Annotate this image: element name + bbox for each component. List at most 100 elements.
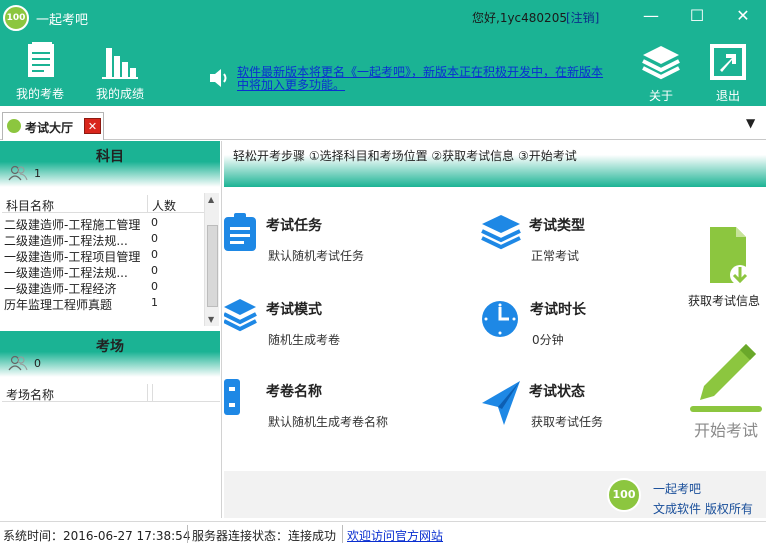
users-icon: [8, 355, 28, 371]
brand-logo: 100: [607, 478, 641, 512]
app-title: 一起考吧: [36, 13, 89, 28]
scroll-thumb[interactable]: [207, 225, 218, 307]
tab-label: 考试大厅: [25, 121, 74, 135]
stack-icon: [224, 299, 257, 332]
paper-name-title: 考卷名称: [266, 384, 322, 400]
start-exam-label: 开始考试: [693, 421, 758, 440]
paper-name-value: 默认随机生成考卷名称: [268, 415, 389, 429]
subject-name: 一级建造师-工程法规...: [4, 266, 128, 280]
list-item[interactable]: 一级建造师-工程经济 0: [4, 280, 200, 296]
subject-name-column[interactable]: 科目名称: [6, 197, 54, 214]
exit-icon: [710, 44, 746, 80]
steps-text: 轻松开考步骤 ①选择科目和考场位置 ②获取考试信息 ③开始考试: [233, 149, 577, 163]
exit-label: 退出: [715, 89, 740, 103]
subject-name: 一级建造师-工程项目管理: [4, 250, 141, 264]
subject-count: 0: [151, 232, 158, 245]
list-item[interactable]: 二级建造师-工程施工管理 0: [4, 216, 200, 232]
my-papers-button[interactable]: 我的考卷: [10, 42, 70, 102]
venue-name-column[interactable]: 考场名称: [6, 386, 54, 403]
brand-name: 一起考吧: [653, 482, 702, 496]
subject-name: 历年监理工程师真题: [4, 298, 113, 312]
exam-duration-value: 0分钟: [532, 333, 564, 347]
tab-exam-hall[interactable]: 考试大厅 ✕: [2, 112, 104, 140]
minimize-button[interactable]: —: [636, 4, 666, 28]
exam-type-title: 考试类型: [529, 218, 585, 234]
exam-status-value: 获取考试任务: [531, 415, 604, 429]
about-label: 关于: [648, 89, 673, 103]
main-panel: 轻松开考步骤 ①选择科目和考场位置 ②获取考试信息 ③开始考试 考试任务 默认随…: [224, 141, 766, 518]
logout-link[interactable]: [注销]: [566, 9, 599, 26]
my-scores-button[interactable]: 我的成绩: [90, 42, 150, 102]
bar-chart-icon: [102, 48, 138, 79]
exam-status-title: 考试状态: [529, 384, 585, 400]
scroll-down-icon[interactable]: ▼: [208, 315, 214, 324]
subject-count: 0: [151, 264, 158, 277]
my-papers-label: 我的考卷: [15, 87, 64, 101]
subject-name: 一级建造师-工程经济: [4, 282, 117, 296]
layers-icon: [642, 46, 680, 80]
exam-mode-value: 随机生成考卷: [268, 333, 341, 347]
subject-count-column[interactable]: 人数: [152, 197, 176, 214]
app-logo-icon: [7, 119, 21, 133]
list-item[interactable]: 历年监理工程师真题 1: [4, 296, 200, 312]
layers-icon: [481, 215, 521, 250]
speaker-icon: [210, 69, 227, 87]
status-bar: 系统时间：2016-06-27 17:38:54 服务器连接状态：连接成功 欢迎…: [0, 521, 766, 545]
official-site-link[interactable]: 欢迎访问官方网站: [347, 527, 443, 544]
paper-name-card: 考卷名称 默认随机生成考卷名称: [224, 379, 444, 439]
left-panel: 科目 1 科目名称 人数 二级建造师-工程施工管理 0 二级建造师-工程法规..…: [0, 141, 222, 518]
subject-count: 1: [151, 296, 158, 309]
main-toolbar: 我的考卷 我的成绩 软件最新版本将更名《一起考吧》，新版本正在积极开发中，在新版…: [0, 36, 766, 106]
user-greeting: 您好,1yc480205: [472, 11, 567, 25]
venues-title: 考场: [96, 339, 124, 355]
maximize-button[interactable]: ☐: [682, 4, 712, 28]
exam-type-card: 考试类型 正常考试: [480, 213, 700, 273]
close-window-button[interactable]: ✕: [728, 4, 758, 28]
pencil-icon: [690, 344, 762, 412]
app-logo: 100: [3, 5, 29, 31]
venues-header: 考场 0: [0, 331, 220, 377]
document-icon: [28, 42, 54, 77]
users-icon: [8, 165, 28, 181]
exam-info-area: 考试任务 默认随机考试任务 考试类型 正常考试 考试模式 随机生成考卷 考试时长…: [224, 187, 766, 471]
update-notice-link[interactable]: 软件最新版本将更名《一起考吧》，新版本正在积极开发中，在新版本中将加入更多功能。: [237, 66, 607, 92]
exam-mode-title: 考试模式: [266, 302, 322, 318]
subject-count: 0: [151, 216, 158, 229]
subjects-title: 科目: [96, 149, 124, 165]
about-button[interactable]: 关于: [636, 42, 686, 104]
download-document-icon: [710, 227, 750, 285]
exam-duration-title: 考试时长: [530, 302, 586, 318]
subjects-scrollbar[interactable]: ▲ ▼: [204, 193, 219, 326]
start-exam-button[interactable]: 开始考试: [688, 342, 764, 441]
paper-plane-icon: [482, 381, 520, 425]
list-item[interactable]: 二级建造师-工程法规... 0: [4, 232, 200, 248]
tab-strip: 考试大厅 ✕ ▼: [0, 106, 766, 140]
subject-count: 0: [151, 248, 158, 261]
exam-duration-card: 考试时长 0分钟: [480, 297, 700, 357]
steps-bar: 轻松开考步骤 ①选择科目和考场位置 ②获取考试信息 ③开始考试: [224, 141, 766, 187]
exam-task-title: 考试任务: [266, 218, 322, 234]
exam-type-value: 正常考试: [531, 249, 580, 263]
exam-status-card: 考试状态 获取考试任务: [480, 379, 700, 439]
tab-close-button[interactable]: ✕: [84, 118, 101, 134]
venues-list-header: 考场名称: [2, 384, 220, 402]
subjects-count: 1: [34, 167, 41, 180]
subject-name: 二级建造师-工程法规...: [4, 234, 128, 248]
list-item[interactable]: 一级建造师-工程法规... 0: [4, 264, 200, 280]
title-bar: 100 一起考吧 您好,1yc480205 [注销] — ☐ ✕: [0, 0, 766, 36]
system-time: 系统时间：2016-06-27 17:38:54: [3, 529, 191, 543]
subject-name: 二级建造师-工程施工管理: [4, 218, 141, 232]
get-exam-info-label: 获取考试信息: [687, 294, 760, 308]
subjects-list-header: 科目名称 人数: [2, 195, 204, 213]
list-item[interactable]: 一级建造师-工程项目管理 0: [4, 248, 200, 264]
venues-count: 0: [34, 357, 41, 370]
subject-count: 0: [151, 280, 158, 293]
scroll-up-icon[interactable]: ▲: [208, 195, 214, 204]
server-status: 服务器连接状态：连接成功: [192, 529, 337, 543]
clipboard-icon: [224, 213, 256, 251]
exit-button[interactable]: 退出: [704, 42, 752, 104]
get-exam-info-button[interactable]: 获取考试信息: [686, 227, 762, 309]
notebook-icon: [224, 379, 240, 415]
tab-dropdown-icon[interactable]: ▼: [746, 116, 755, 130]
clock-icon: [482, 301, 518, 337]
